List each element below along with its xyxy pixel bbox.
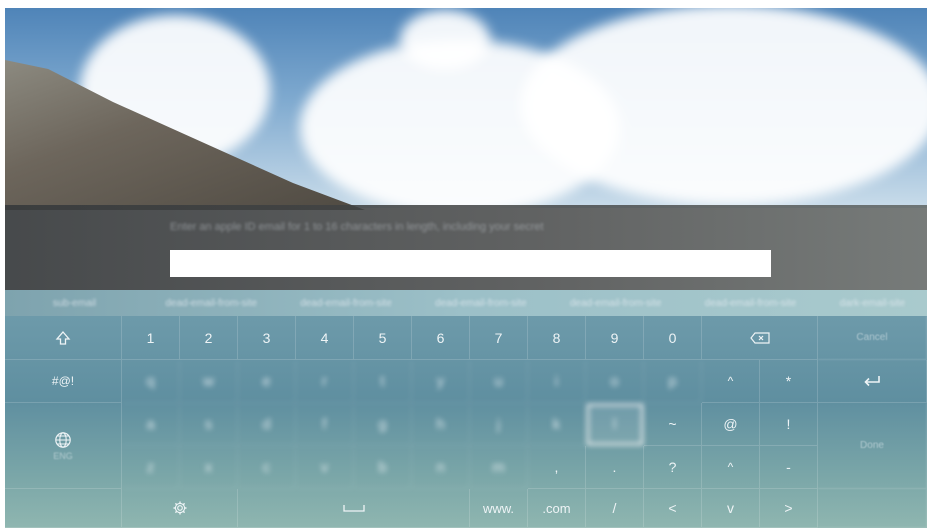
key-k[interactable]: k [528, 403, 586, 446]
action-key[interactable] [818, 489, 927, 528]
key-b[interactable]: b [354, 446, 412, 489]
key-v[interactable]: v [296, 446, 354, 489]
key-period[interactable]: . [586, 446, 644, 489]
backspace-key[interactable] [702, 316, 818, 360]
suggestion-bar: sub-email dead-email-from-site dead-emai… [5, 290, 927, 316]
suggestion-item[interactable]: dead-email-from-site [413, 298, 548, 309]
cancel-button[interactable]: Cancel [818, 316, 927, 360]
key-3[interactable]: 3 [238, 316, 296, 360]
key-0[interactable]: 0 [644, 316, 702, 360]
key-o[interactable]: o [586, 360, 644, 403]
key-slash[interactable]: / [586, 489, 644, 528]
key-s[interactable]: s [180, 403, 238, 446]
suggestion-item[interactable]: dead-email-from-site [548, 298, 683, 309]
onscreen-keyboard: 1 2 3 4 5 6 7 8 9 0 Cancel #@! q w e r t… [5, 316, 927, 528]
text-input-field[interactable] [170, 250, 771, 277]
suggestion-item[interactable]: dead-email-from-site [144, 298, 279, 309]
done-button[interactable]: Done [818, 403, 927, 489]
shift-key[interactable] [5, 316, 122, 360]
key-exclamation[interactable]: ! [760, 403, 818, 446]
key-2[interactable]: 2 [180, 316, 238, 360]
key-caret[interactable]: ^ [702, 360, 760, 403]
cursor-right-key[interactable]: > [760, 489, 818, 528]
key-at[interactable]: @ [702, 403, 760, 446]
suggestion-item[interactable]: dark-email-site [818, 298, 927, 309]
key-a[interactable]: a [122, 403, 180, 446]
up-arrow-icon [55, 330, 71, 346]
key-l-focused[interactable]: l [586, 403, 644, 446]
key-9[interactable]: 9 [586, 316, 644, 360]
key-5[interactable]: 5 [354, 316, 412, 360]
suggestion-item[interactable]: sub-email [5, 298, 144, 309]
globe-icon [54, 431, 72, 449]
settings-key[interactable] [122, 489, 238, 528]
key-r[interactable]: r [296, 360, 354, 403]
key-asterisk[interactable]: * [760, 360, 818, 403]
key-comma[interactable]: , [528, 446, 586, 489]
key-p[interactable]: p [644, 360, 702, 403]
key-d[interactable]: d [238, 403, 296, 446]
key-u[interactable]: u [470, 360, 528, 403]
key-t[interactable]: t [354, 360, 412, 403]
space-key[interactable] [238, 489, 470, 528]
key-q[interactable]: q [122, 360, 180, 403]
key-tilde[interactable]: ~ [644, 403, 702, 446]
symbols-key[interactable]: #@! [5, 360, 122, 403]
gear-icon [172, 500, 188, 516]
tv-input-screen: Enter an apple ID email for 1 to 16 char… [0, 0, 927, 528]
background-cloud [400, 10, 490, 70]
suggestion-item[interactable]: dead-email-from-site [279, 298, 414, 309]
key-w[interactable]: w [180, 360, 238, 403]
key-e[interactable]: e [238, 360, 296, 403]
language-key[interactable]: ENG [5, 403, 122, 489]
key-6[interactable]: 6 [412, 316, 470, 360]
key-n[interactable]: n [412, 446, 470, 489]
key-i[interactable]: i [528, 360, 586, 403]
key-g[interactable]: g [354, 403, 412, 446]
backspace-icon [749, 331, 770, 344]
key-caret-2[interactable]: ^ [702, 446, 760, 489]
background-cloud [520, 5, 927, 205]
suggestion-item[interactable]: dead-email-from-site [683, 298, 818, 309]
key-z[interactable]: z [122, 446, 180, 489]
www-key[interactable]: www. [470, 489, 528, 528]
key-7[interactable]: 7 [470, 316, 528, 360]
key-f[interactable]: f [296, 403, 354, 446]
key-hyphen[interactable]: - [760, 446, 818, 489]
empty-key [5, 489, 122, 528]
key-c[interactable]: c [238, 446, 296, 489]
key-1[interactable]: 1 [122, 316, 180, 360]
input-panel [5, 205, 927, 290]
input-prompt-text: Enter an apple ID email for 1 to 16 char… [170, 221, 544, 233]
key-j[interactable]: j [470, 403, 528, 446]
key-x[interactable]: x [180, 446, 238, 489]
key-m[interactable]: m [470, 446, 528, 489]
space-bar-icon [342, 504, 365, 512]
dotcom-key[interactable]: .com [528, 489, 586, 528]
key-8[interactable]: 8 [528, 316, 586, 360]
cursor-down-key[interactable]: v [702, 489, 760, 528]
key-h[interactable]: h [412, 403, 470, 446]
cursor-left-key[interactable]: < [644, 489, 702, 528]
enter-icon [862, 374, 882, 388]
language-label: ENG [53, 450, 73, 461]
key-y[interactable]: y [412, 360, 470, 403]
key-4[interactable]: 4 [296, 316, 354, 360]
enter-key[interactable] [818, 360, 927, 403]
key-question[interactable]: ? [644, 446, 702, 489]
